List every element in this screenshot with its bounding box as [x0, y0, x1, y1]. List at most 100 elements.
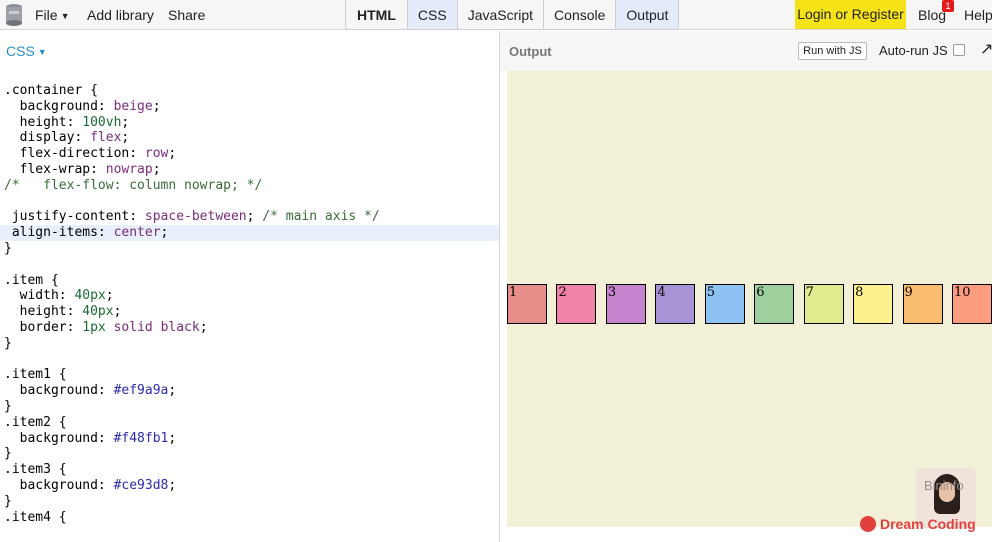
code-line[interactable]: align-items: center;	[0, 225, 499, 241]
code-line[interactable]: background: beige;	[0, 99, 499, 115]
code-token: ;	[246, 209, 263, 225]
code-line[interactable]: display: flex;	[0, 130, 499, 146]
code-line[interactable]: }	[0, 241, 499, 257]
dream-coding-text: Dream Coding	[880, 516, 976, 532]
run-with-js-button[interactable]: Run with JS	[798, 42, 867, 60]
output-header: Output Run with JS Auto-run JS ↗	[500, 31, 992, 71]
flex-item-1: 1	[507, 284, 547, 324]
flex-container: 1 2 3 4 5 6 7 8 9 10	[507, 284, 992, 324]
code-token: ;	[152, 161, 161, 177]
code-line[interactable]: }	[0, 494, 499, 510]
code-token: }	[4, 240, 12, 256]
code-token: ;	[168, 477, 177, 493]
add-library-menu[interactable]: Add library	[87, 7, 154, 23]
code-token: }	[4, 398, 12, 414]
code-line[interactable]: .item2 {	[0, 415, 499, 431]
code-token: center	[113, 225, 161, 241]
code-token: ;	[199, 319, 208, 335]
code-token: width:	[4, 288, 75, 304]
code-token: #ef9a9a	[113, 383, 169, 399]
chevron-down-icon: ▼	[60, 11, 70, 21]
code-token: ;	[168, 430, 177, 446]
code-token: ;	[160, 225, 169, 241]
code-line[interactable]: background: #ef9a9a;	[0, 383, 499, 399]
code-line[interactable]: }	[0, 399, 499, 415]
code-token: ;	[121, 114, 130, 130]
code-line[interactable]: .item3 {	[0, 462, 499, 478]
code-token: }	[4, 446, 12, 462]
open-external-arrow-icon[interactable]: ↗	[980, 39, 992, 59]
output-title: Output	[509, 44, 552, 59]
code-token: /* main axis */	[262, 209, 380, 225]
tab-output[interactable]: Output	[616, 0, 679, 29]
code-line[interactable]: .container {	[0, 83, 499, 99]
code-line[interactable]	[0, 257, 499, 273]
code-line[interactable]: }	[0, 336, 499, 352]
output-frame: 1 2 3 4 5 6 7 8 9 10	[507, 71, 992, 527]
code-line[interactable]: .item4 {	[0, 510, 499, 526]
panel-tabs: HTML CSS JavaScript Console Output	[345, 0, 680, 30]
code-token: space-between	[144, 209, 247, 225]
help-link[interactable]: Help	[964, 7, 992, 23]
code-token: ;	[168, 383, 177, 399]
code-token: .item4 {	[4, 509, 67, 525]
css-editor-pane[interactable]: CSS ▼ .container { background: beige; hei…	[0, 31, 500, 542]
code-token: ;	[152, 98, 161, 114]
code-line[interactable]	[0, 194, 499, 210]
code-line[interactable]: width: 40px;	[0, 288, 499, 304]
flex-item-7: 7	[803, 284, 844, 324]
code-line[interactable]	[0, 352, 499, 368]
code-token: 40px	[82, 304, 114, 320]
code-token: solid	[113, 319, 153, 335]
code-line[interactable]: flex-wrap: nowrap;	[0, 162, 499, 178]
code-line[interactable]: height: 40px;	[0, 304, 499, 320]
code-token: flex-wrap:	[4, 161, 106, 177]
dream-coding-watermark: Dream Coding	[860, 516, 976, 532]
tab-css[interactable]: CSS	[407, 0, 458, 29]
code-token: align-items:	[4, 225, 114, 241]
auto-run-checkbox[interactable]	[953, 44, 965, 56]
code-token: /* flex-flow: column nowrap; */	[4, 177, 263, 193]
code-line[interactable]: flex-direction: row;	[0, 146, 499, 162]
code-line[interactable]: .item {	[0, 273, 499, 289]
login-register-button[interactable]: Login or Register	[795, 0, 906, 29]
code-line[interactable]: justify-content: space-between; /* main …	[0, 209, 499, 225]
code-line[interactable]: height: 100vh;	[0, 115, 499, 131]
tab-javascript[interactable]: JavaScript	[457, 0, 545, 29]
flex-item-8: 8	[853, 284, 894, 324]
tab-html[interactable]: HTML	[346, 0, 408, 29]
jsfiddle-logo-icon[interactable]	[5, 3, 23, 27]
code-token: }	[4, 335, 12, 351]
file-menu[interactable]: File ▼	[35, 7, 69, 23]
code-token: background:	[4, 98, 114, 114]
code-token: ;	[105, 288, 114, 304]
code-token: 1px	[82, 319, 106, 335]
code-line[interactable]: .item1 {	[0, 367, 499, 383]
dream-coding-logo-icon	[860, 516, 876, 532]
code-token: #f48fb1	[113, 430, 169, 446]
code-line[interactable]: /* flex-flow: column nowrap; */	[0, 178, 499, 194]
code-token: }	[4, 493, 12, 509]
flex-item-4: 4	[655, 284, 696, 324]
code-area[interactable]: .container { background: beige; height: …	[0, 83, 499, 525]
code-token: .item2 {	[4, 414, 67, 430]
code-token: background:	[4, 383, 114, 399]
language-label: CSS	[6, 43, 35, 59]
code-token: .item1 {	[4, 367, 67, 383]
code-token: ;	[113, 304, 122, 320]
code-token: ;	[121, 130, 130, 146]
share-menu[interactable]: Share	[168, 7, 205, 23]
code-line[interactable]: background: #ce93d8;	[0, 478, 499, 494]
code-token: .container {	[4, 83, 98, 98]
top-bar: File ▼ Add library Share HTML CSS JavaScr…	[0, 0, 992, 30]
code-line[interactable]: border: 1px solid black;	[0, 320, 499, 336]
code-line[interactable]: }	[0, 446, 499, 462]
language-select[interactable]: CSS ▼	[6, 43, 47, 59]
code-token: height:	[4, 114, 83, 130]
code-line[interactable]: background: #f48fb1;	[0, 431, 499, 447]
flex-item-3: 3	[605, 284, 646, 324]
tab-console[interactable]: Console	[544, 0, 617, 29]
code-token: display:	[4, 130, 91, 146]
code-token: beige	[113, 98, 153, 114]
